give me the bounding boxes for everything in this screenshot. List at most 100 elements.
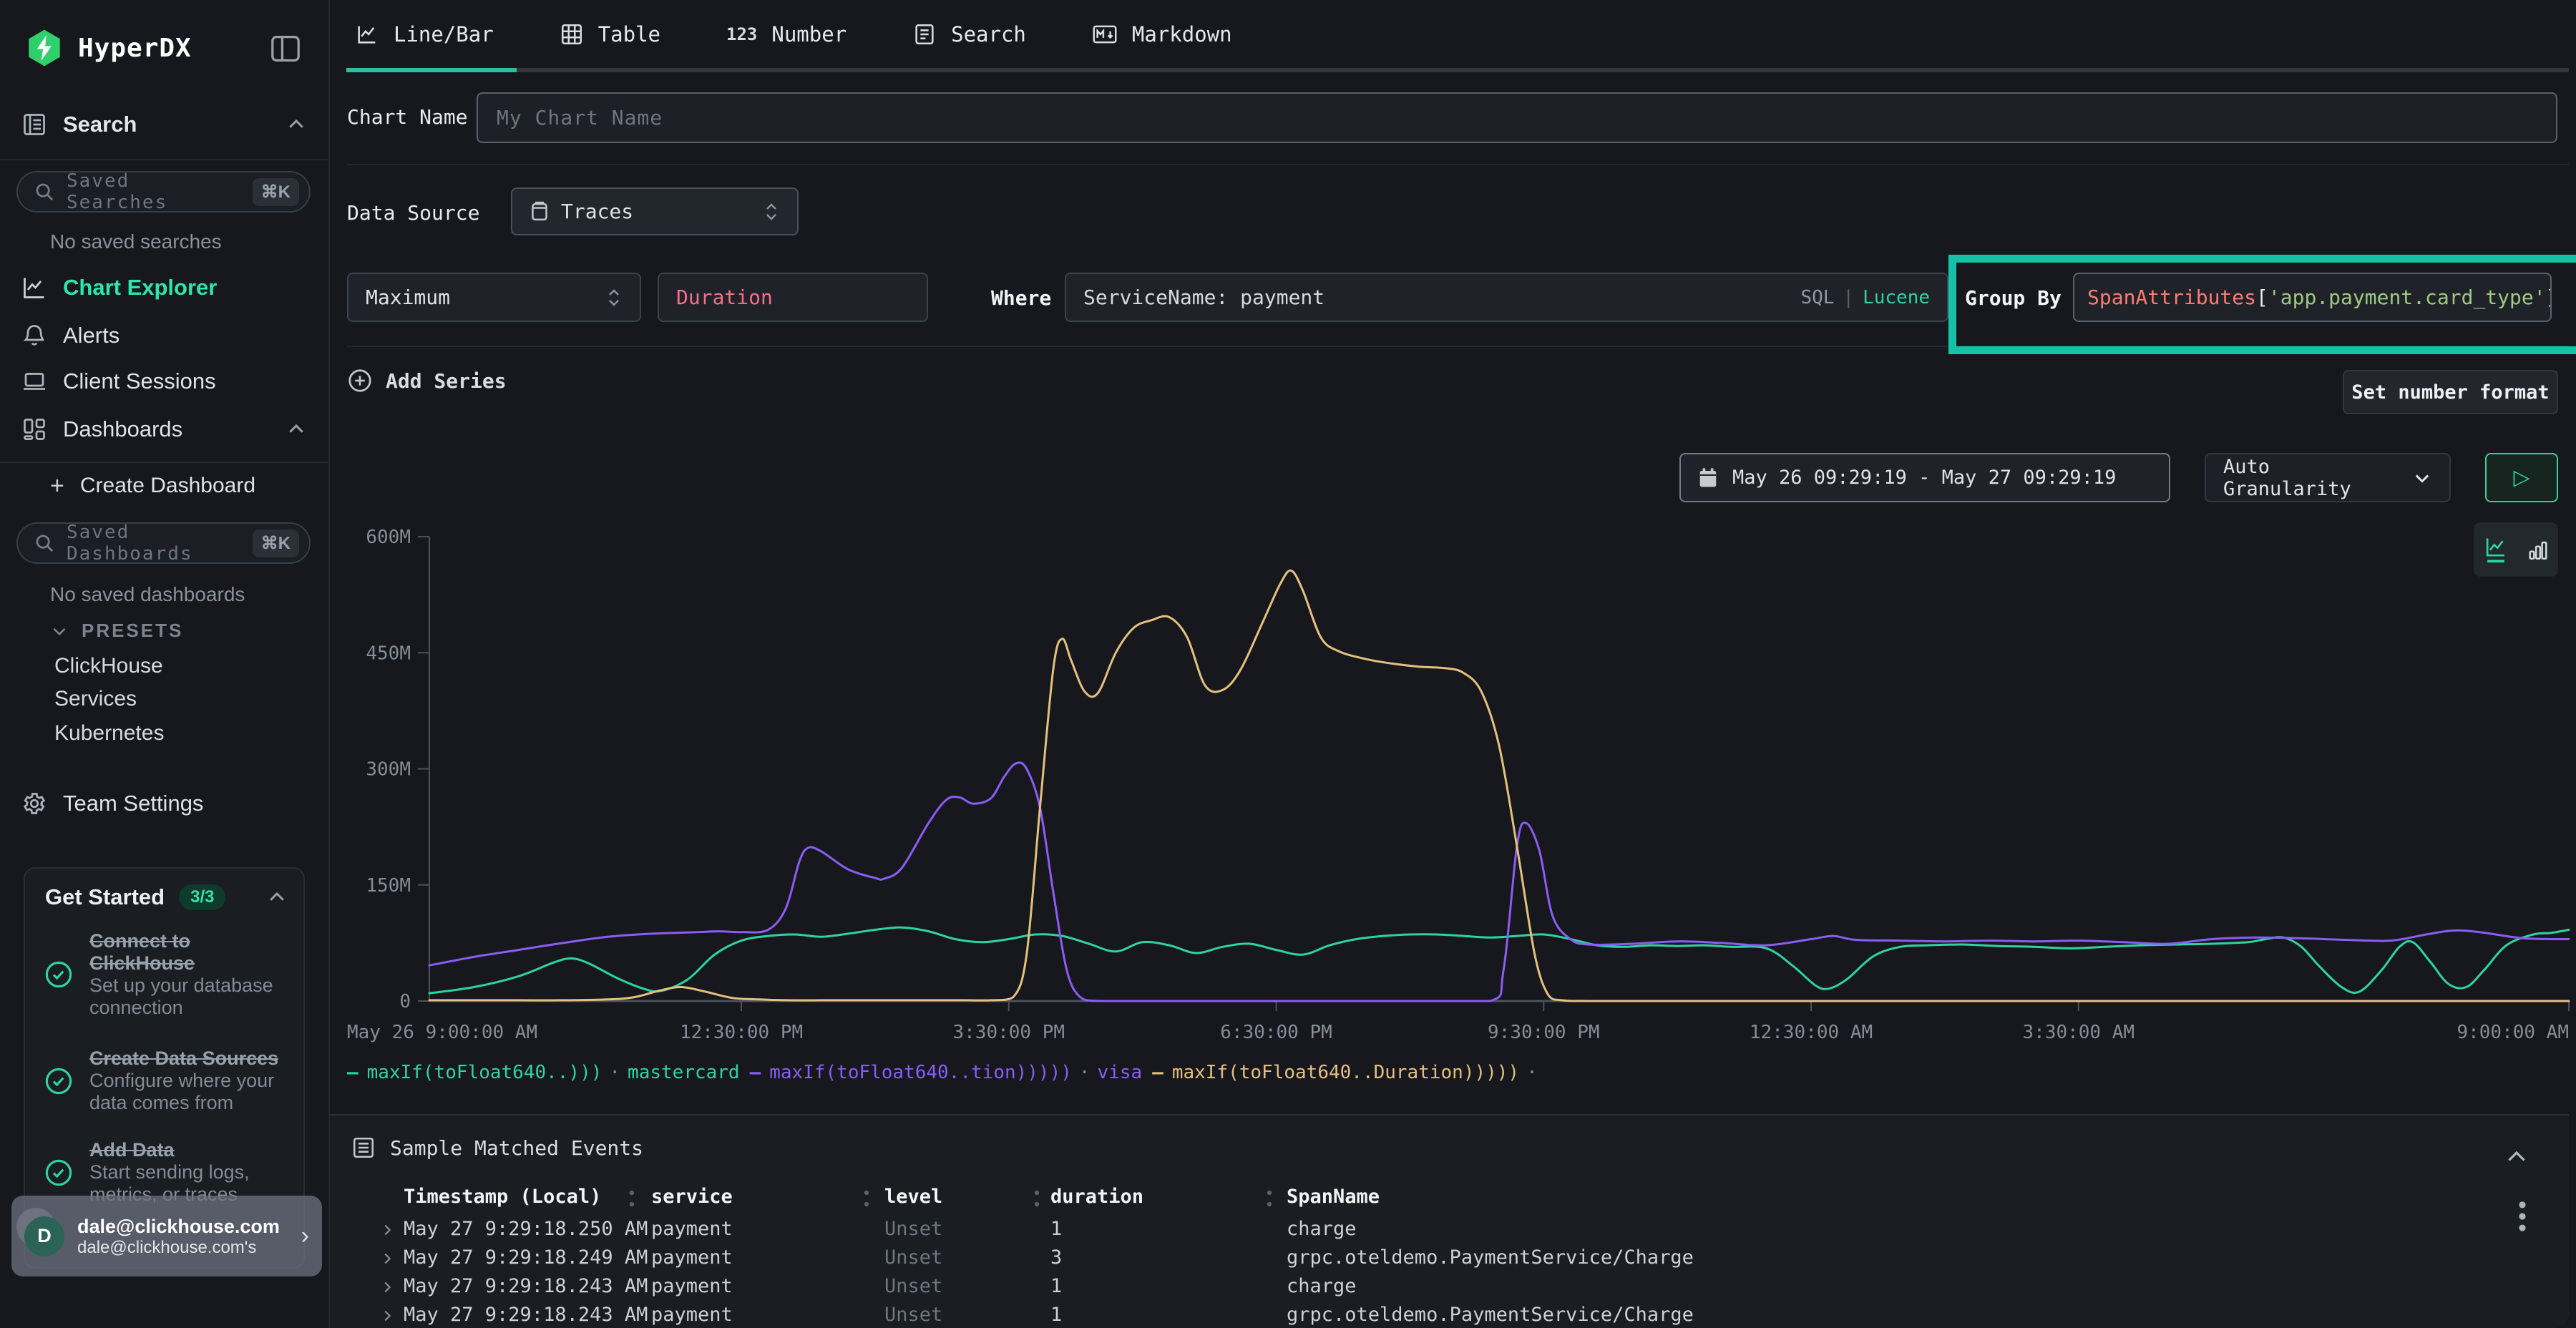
column-resize-handle[interactable] [864, 1187, 869, 1211]
sidebar-item-chart-explorer[interactable]: Chart Explorer [21, 275, 307, 301]
sidebar-item-team-settings[interactable]: Team Settings [21, 791, 307, 816]
column-header-spanname[interactable]: SpanName [1287, 1186, 1380, 1208]
preset-services[interactable]: Services [54, 687, 137, 711]
run-query-button[interactable]: ▷ [2485, 453, 2558, 502]
event-cell: Unset [884, 1218, 942, 1240]
checklist-title: Create Data Sources [89, 1048, 278, 1069]
chevron-up-icon[interactable] [266, 887, 288, 908]
event-cell: Unset [884, 1304, 942, 1326]
search-section-icon [21, 112, 47, 137]
client-sessions-label: Client Sessions [63, 368, 216, 394]
legend-item[interactable]: —maxIf(toFloat640..tion)))))·visa [750, 1062, 1143, 1083]
legend-item[interactable]: —maxIf(toFloat640..Duration)))))· [1152, 1062, 1545, 1083]
legend-separator: · [1079, 1062, 1091, 1083]
add-series-button[interactable]: Add Series [347, 368, 507, 394]
group-by-lbracket: [ [2256, 285, 2268, 309]
line-view-toggle-icon[interactable] [2483, 535, 2509, 564]
tab-label: Table [598, 22, 660, 47]
event-cell: Unset [884, 1246, 942, 1269]
lang-separator: | [1843, 287, 1854, 308]
saved-dashboards-input[interactable]: Saved Dashboards ⌘K [16, 522, 311, 564]
data-source-select[interactable]: Traces [511, 187, 799, 235]
saved-searches-input[interactable]: Saved Searches ⌘K [16, 171, 311, 213]
checklist-item-connect[interactable]: Connect to ClickHouse Set up your databa… [44, 930, 293, 1019]
chart-name-field[interactable] [477, 92, 2557, 143]
event-cell: May 27 9:29:18.250 AM [404, 1218, 648, 1240]
checklist-title: Add Data [89, 1139, 175, 1161]
user-email: dale@clickhouse.com [77, 1216, 280, 1237]
date-range-picker[interactable]: May 26 09:29:19 - May 27 09:29:19 [1679, 453, 2170, 502]
sql-mode-button[interactable]: SQL [1800, 287, 1834, 308]
event-cell: 3 [1050, 1246, 1062, 1269]
where-field[interactable]: ServiceName: payment SQL | Lucene [1065, 273, 1948, 322]
tab-markdown[interactable]: Markdown [1092, 22, 1232, 47]
preset-clickhouse[interactable]: ClickHouse [54, 654, 163, 678]
expand-row-chevron-icon[interactable] [379, 1308, 395, 1324]
select-caret-icon [763, 200, 780, 224]
divider [0, 462, 328, 463]
expand-row-chevron-icon[interactable] [379, 1222, 395, 1238]
expand-row-chevron-icon[interactable] [379, 1251, 395, 1266]
user-menu[interactable]: D dale@clickhouse.com dale@clickhouse.co… [11, 1196, 322, 1276]
collapse-panel-chevron-icon[interactable] [2504, 1144, 2529, 1170]
column-header-service[interactable]: service [651, 1186, 733, 1208]
chevron-up-icon[interactable] [286, 114, 307, 135]
metric-field[interactable]: Duration [658, 273, 928, 322]
chart-legend: —maxIf(toFloat640..)))·mastercard —maxIf(… [347, 1062, 1545, 1083]
where-value: ServiceName: payment [1083, 285, 1792, 309]
sidebar-item-alerts[interactable]: Alerts [21, 323, 307, 348]
get-started-title: Get Started [45, 884, 165, 910]
tab-table[interactable]: Table [560, 22, 660, 47]
search-section-label: Search [63, 112, 137, 137]
tab-label: Number [771, 22, 847, 47]
check-circle-icon [44, 1066, 74, 1096]
collapse-sidebar-icon[interactable] [270, 34, 301, 63]
tab-search[interactable]: Search [912, 22, 1026, 47]
event-row[interactable]: May 27 9:29:18.243 AMpaymentUnset1grpc.o… [330, 1304, 2569, 1328]
lucene-mode-button[interactable]: Lucene [1863, 287, 1930, 308]
date-range-value: May 26 09:29:19 - May 27 09:29:19 [1732, 467, 2116, 489]
column-resize-handle[interactable] [1034, 1187, 1040, 1211]
event-row[interactable]: May 27 9:29:18.249 AMpaymentUnset3grpc.o… [330, 1246, 2569, 1275]
tab-number[interactable]: 123 Number [726, 22, 847, 47]
check-circle-icon [44, 1158, 74, 1188]
laptop-icon [21, 368, 47, 394]
where-label: Where [991, 286, 1051, 310]
events-panel-header[interactable]: Sample Matched Events [351, 1136, 643, 1160]
database-icon [530, 201, 550, 223]
column-header-duration[interactable]: duration [1050, 1186, 1143, 1208]
bar-view-toggle-icon[interactable] [2527, 537, 2549, 562]
preset-kubernetes[interactable]: Kubernetes [54, 721, 164, 746]
data-source-value: Traces [561, 200, 751, 223]
divider [0, 159, 328, 160]
column-header-level[interactable]: level [884, 1186, 942, 1208]
expand-row-chevron-icon[interactable] [379, 1279, 395, 1295]
column-header-timestamp-local-[interactable]: Timestamp (Local) [404, 1186, 601, 1208]
check-circle-icon [44, 960, 74, 990]
column-resize-handle[interactable] [1267, 1187, 1272, 1211]
granularity-select[interactable]: Auto Granularity [2205, 453, 2451, 502]
checklist-item-data-sources[interactable]: Create Data Sources Configure where your… [44, 1048, 293, 1114]
legend-dash: — [347, 1062, 358, 1083]
event-row[interactable]: May 27 9:29:18.243 AMpaymentUnset1charge [330, 1275, 2569, 1304]
chart-name-input[interactable] [495, 105, 2539, 130]
set-number-format-button[interactable]: Set number format [2343, 370, 2558, 414]
presets-toggle[interactable]: PRESETS [50, 620, 183, 642]
event-cell: payment [651, 1246, 733, 1269]
legend-item[interactable]: —maxIf(toFloat640..)))·mastercard [347, 1062, 740, 1083]
aggregation-select[interactable]: Maximum [347, 273, 641, 322]
event-row[interactable]: May 27 9:29:18.250 AMpaymentUnset1charge [330, 1218, 2569, 1246]
sidebar-section-search[interactable]: Search [21, 112, 307, 137]
column-resize-handle[interactable] [629, 1187, 635, 1211]
legend-dash: — [750, 1062, 761, 1083]
sidebar-item-client-sessions[interactable]: Client Sessions [21, 368, 307, 394]
create-dashboard-button[interactable]: + Create Dashboard [50, 474, 307, 498]
group-by-field[interactable]: SpanAttributes['app.payment.card_type'] [2073, 273, 2552, 322]
timeseries-chart[interactable]: 0150M300M450M600MMay 26 9:00:00 AM12:30:… [347, 512, 2572, 1047]
chevron-up-icon[interactable] [286, 419, 307, 440]
sidebar-item-dashboards[interactable]: Dashboards [21, 416, 307, 442]
tab-line-bar[interactable]: Line/Bar [355, 22, 494, 47]
create-dashboard-label: Create Dashboard [80, 474, 255, 498]
logo[interactable]: HyperDX [24, 27, 192, 69]
svg-text:150M: 150M [366, 875, 411, 897]
